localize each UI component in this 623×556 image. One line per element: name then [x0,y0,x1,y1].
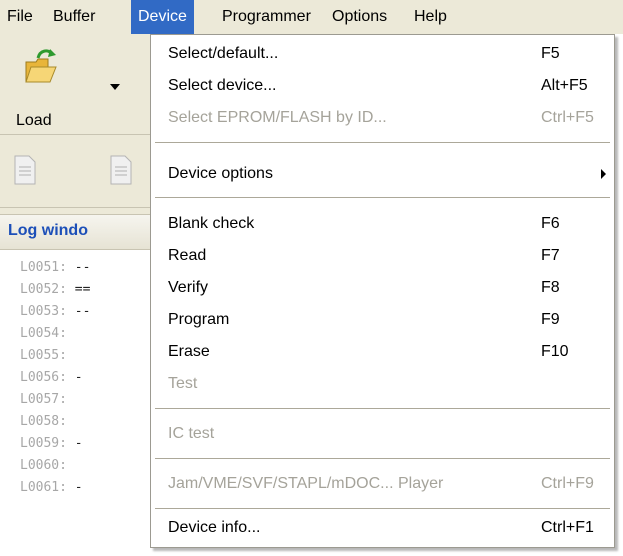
chevron-down-icon[interactable] [110,84,120,90]
document-icon[interactable] [14,155,36,185]
log-line: L0056: - [20,370,83,385]
menu-item-test: Test [168,375,198,392]
log-line: L0055: [20,348,67,363]
log-line: L0058: [20,414,67,429]
log-line: L0051: -- [20,260,91,275]
menu-help[interactable]: Help [407,0,454,34]
menu-separator [155,508,610,510]
main-toolbar: Load [0,34,150,135]
log-line: L0060: [20,458,67,473]
app-window: Load Log windo L0051: -- L0052: == L0053… [0,34,150,556]
chevron-right-icon [601,169,606,179]
folder-open-icon [25,49,57,83]
menu-item-select-default[interactable]: Select/default... F5 [151,38,614,70]
menu-separator [155,197,610,199]
menu-item-select-eprom-by-id: Select EPROM/FLASH by ID... Ctrl+F5 [168,109,594,126]
log-window-title: Log windo [8,222,88,239]
device-menu: Select/default... F5 Select device... Al… [150,34,615,548]
menu-item-device-options[interactable]: Device options [151,158,614,190]
log-line: L0057: [20,392,67,407]
log-line: L0054: [20,326,67,341]
load-label: Load [16,112,52,129]
log-line: L0053: -- [20,304,91,319]
menu-item-read[interactable]: Read F7 [151,240,614,272]
menu-item-erase[interactable]: Erase F10 [151,336,614,368]
log-line: L0061: - [20,480,83,495]
menu-separator [155,458,610,460]
menu-item-verify[interactable]: Verify F8 [151,272,614,304]
menu-separator [155,408,610,410]
menu-item-device-info[interactable]: Device info... Ctrl+F1 [151,512,614,544]
menu-item-ic-test: IC test [168,425,215,442]
log-line: L0059: - [20,436,83,451]
menu-separator [155,142,610,144]
log-line: L0052: == [20,282,91,297]
menu-bar: File Buffer Device Programmer Options He… [0,0,623,34]
menu-item-select-device[interactable]: Select device... Alt+F5 [151,70,614,102]
log-window: L0051: -- L0052: == L0053: -- L0054: L00… [0,250,150,556]
document-icon[interactable] [110,155,132,185]
secondary-toolbar [0,135,150,208]
log-window-header: Log windo [0,214,150,250]
menu-buffer[interactable]: Buffer [46,0,102,34]
menu-item-program[interactable]: Program F9 [151,304,614,336]
menu-programmer[interactable]: Programmer [215,0,318,34]
menu-options[interactable]: Options [325,0,394,34]
menu-file[interactable]: File [0,0,40,34]
menu-item-jam-player: Jam/VME/SVF/STAPL/mDOC... Player Ctrl+F9 [168,475,594,492]
menu-item-blank-check[interactable]: Blank check F6 [151,208,614,240]
load-button[interactable]: Load [6,42,86,130]
menu-device[interactable]: Device [131,0,194,34]
